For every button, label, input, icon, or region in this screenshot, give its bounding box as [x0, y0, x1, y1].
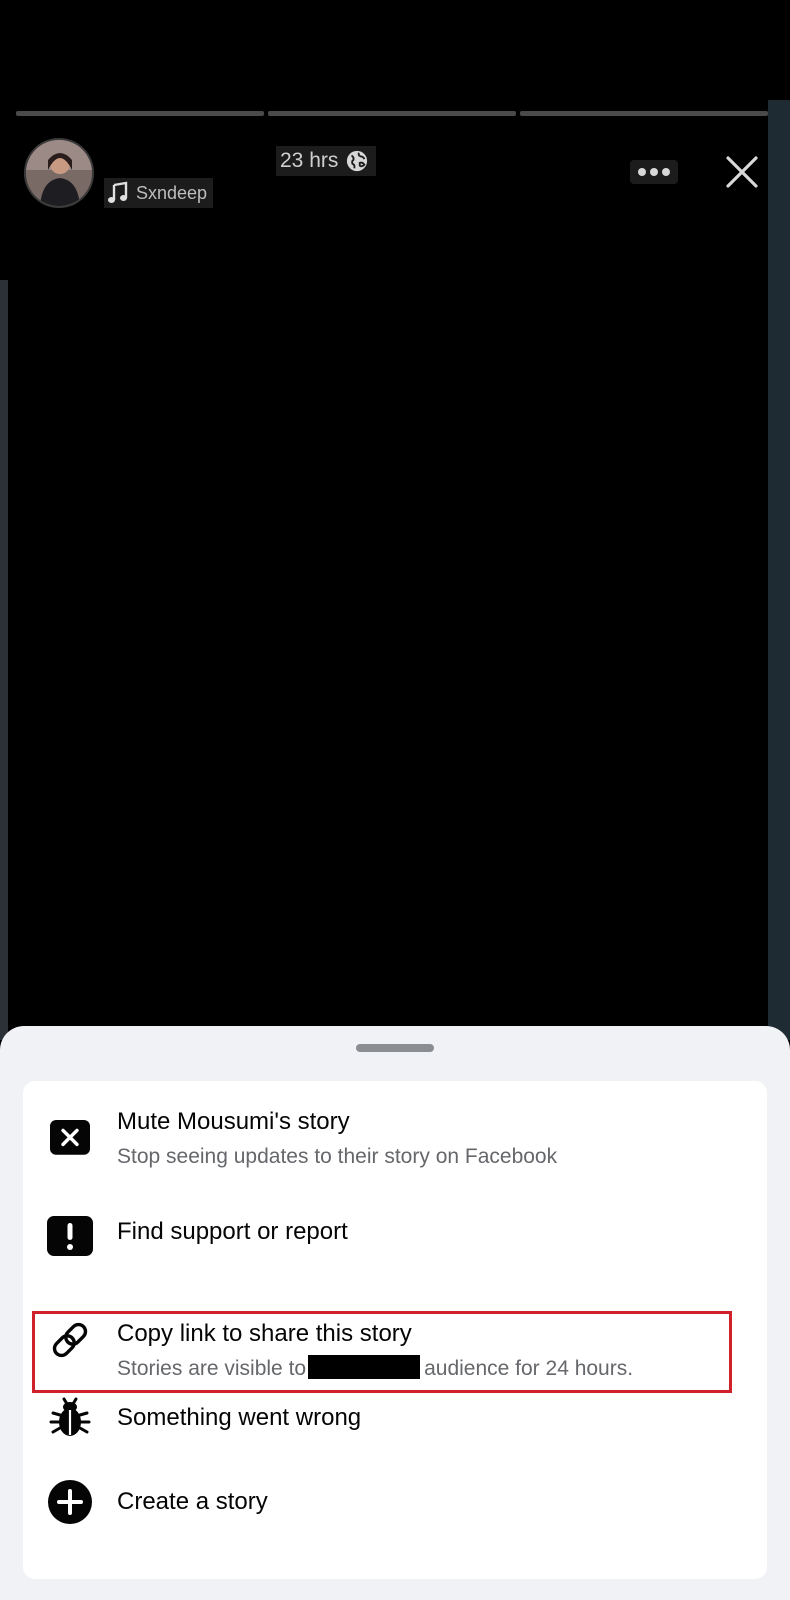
story-viewer[interactable]: 23 hrs Sxndeep — [0, 0, 790, 1040]
story-progress-bar — [16, 111, 768, 116]
option-subtitle: Stories are visible to audience for 24 ho… — [117, 1355, 633, 1383]
mute-story-option[interactable]: Mute Mousumi's story Stop seeing updates… — [23, 1107, 767, 1187]
progress-segment — [268, 111, 516, 116]
globe-icon — [346, 150, 368, 172]
exclamation-icon — [47, 1213, 93, 1259]
subtitle-text-end: audience for 24 hours. — [424, 1357, 634, 1380]
sheet-grabber[interactable] — [356, 1044, 434, 1052]
subtitle-text-start: Stories are visible to — [117, 1357, 307, 1380]
more-options-icon[interactable] — [630, 160, 678, 184]
option-title: Something went wrong — [117, 1404, 362, 1431]
story-music[interactable]: Sxndeep — [104, 178, 214, 208]
options-card: Mute Mousumi's story Stop seeing updates… — [23, 1081, 767, 1579]
more-dot — [650, 168, 658, 176]
redacted-name — [308, 1355, 421, 1379]
progress-segment — [16, 111, 264, 116]
more-dot — [638, 168, 646, 176]
something-went-wrong-option[interactable]: Something went wrong — [23, 1397, 767, 1457]
story-timestamp: 23 hrs — [276, 146, 377, 176]
create-story-option[interactable]: Create a story — [23, 1479, 767, 1541]
music-note-icon — [106, 181, 130, 205]
plus-circle-icon — [47, 1479, 93, 1525]
option-title: Mute Mousumi's story — [117, 1108, 350, 1135]
mute-x-icon — [47, 1117, 93, 1163]
link-icon — [47, 1317, 93, 1363]
story-media-edge — [768, 100, 790, 1040]
avatar-photo — [26, 140, 92, 206]
option-title: Find support or report — [117, 1218, 348, 1245]
option-title: Create a story — [117, 1488, 268, 1515]
story-options-sheet: Mute Mousumi's story Stop seeing updates… — [0, 1026, 790, 1600]
music-title: Sxndeep — [136, 182, 208, 203]
story-time-label: 23 hrs — [280, 149, 339, 172]
more-dot — [662, 168, 670, 176]
option-subtitle: Stop seeing updates to their story on Fa… — [117, 1145, 558, 1168]
bug-icon — [47, 1393, 93, 1439]
option-title: Copy link to share this story — [117, 1320, 412, 1347]
progress-segment — [520, 111, 768, 116]
copy-link-option[interactable]: Copy link to share this story Stories ar… — [23, 1289, 767, 1380]
find-support-option[interactable]: Find support or report — [23, 1211, 767, 1271]
story-media-edge — [0, 280, 8, 1040]
close-icon[interactable] — [722, 152, 762, 192]
avatar[interactable] — [24, 138, 94, 208]
